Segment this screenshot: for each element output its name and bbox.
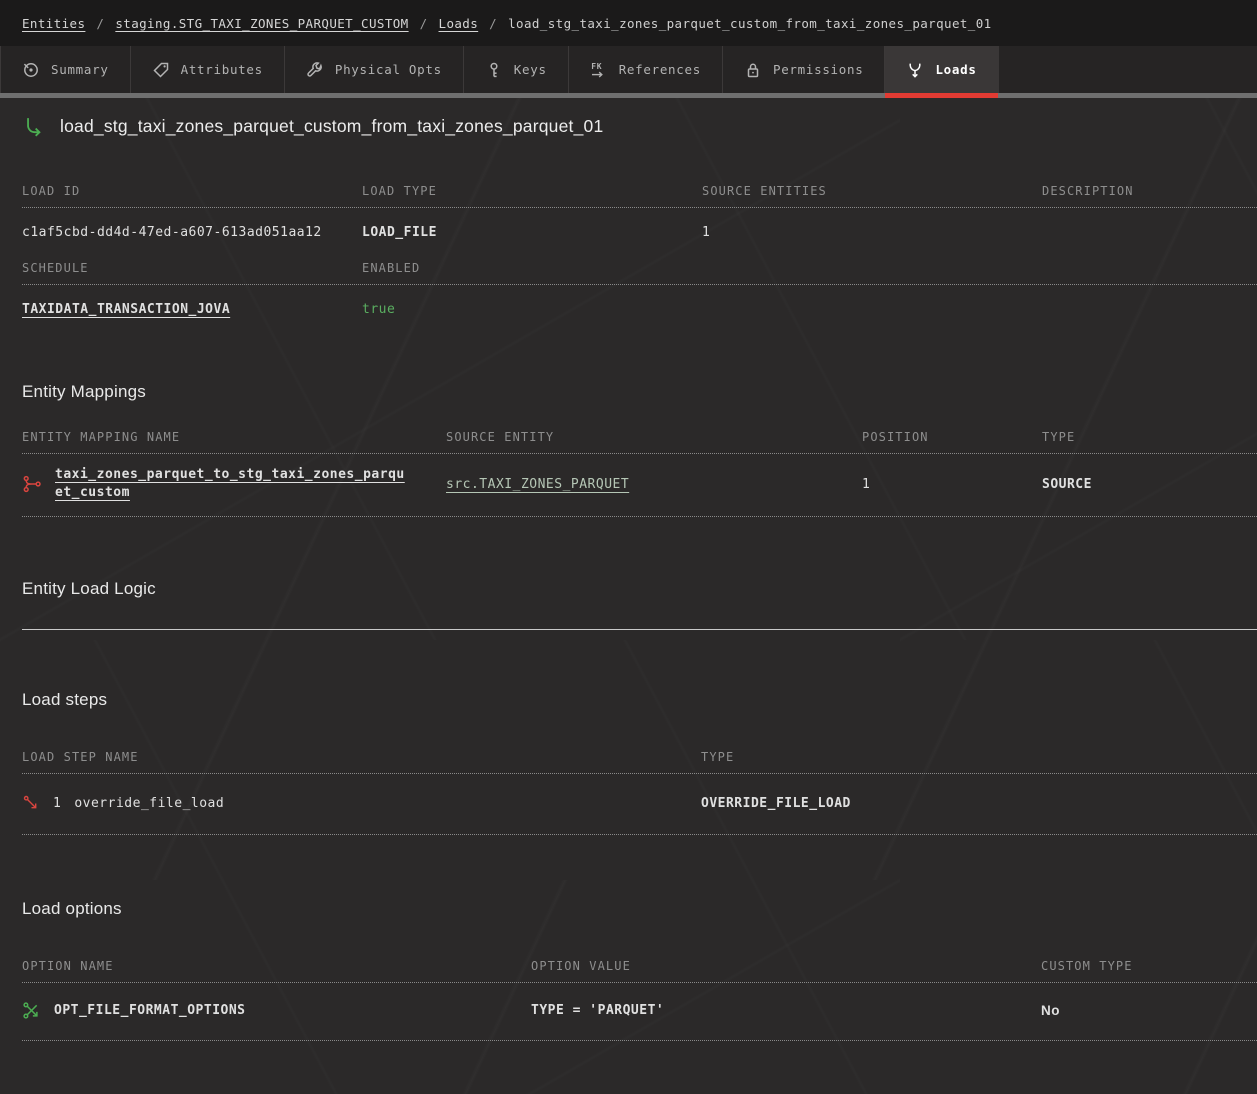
breadcrumb-link-entity[interactable]: staging.STG_TAXI_ZONES_PARQUET_CUSTOM: [115, 16, 408, 31]
breadcrumb: Entities / staging.STG_TAXI_ZONES_PARQUE…: [0, 0, 1257, 46]
load-details-value-row-1: c1af5cbd-dd4d-47ed-a607-613ad051aa12 LOA…: [22, 208, 1257, 261]
column-header-load-step-name: LOAD STEP NAME: [22, 750, 701, 764]
column-header-source-entity: SOURCE ENTITY: [446, 430, 862, 444]
target-icon: [22, 61, 40, 79]
load-step-name: override_file_load: [74, 796, 224, 811]
column-header-schedule: SCHEDULE: [22, 261, 362, 275]
option-custom-type: No: [1041, 1003, 1257, 1018]
enabled-value: true: [362, 302, 702, 317]
tab-label: References: [619, 62, 701, 77]
load-details-value-row-2: TAXIDATA_TRANSACTION_JOVA true: [22, 285, 1257, 338]
lock-icon: [744, 61, 762, 79]
breadcrumb-separator: /: [96, 16, 104, 31]
merge-down-icon: [906, 61, 924, 79]
load-details-header-row-2: SCHEDULE ENABLED: [22, 261, 1257, 285]
column-header-option-name: OPTION NAME: [22, 959, 531, 973]
load-arrow-icon: [22, 115, 45, 138]
tab-permissions[interactable]: Permissions: [723, 46, 885, 93]
tag-icon: [152, 61, 170, 79]
tab-loads[interactable]: Loads: [885, 46, 998, 93]
page-header: load_stg_taxi_zones_parquet_custom_from_…: [0, 98, 1257, 138]
page-title: load_stg_taxi_zones_parquet_custom_from_…: [60, 116, 603, 137]
breadcrumb-separator: /: [420, 16, 428, 31]
mapping-position-value: 1: [862, 477, 1042, 492]
tab-label: Keys: [514, 62, 547, 77]
column-header-type: TYPE: [1042, 430, 1257, 444]
tab-keys[interactable]: Keys: [464, 46, 569, 93]
source-entities-value: 1: [702, 225, 1042, 240]
column-header-position: POSITION: [862, 430, 1042, 444]
branch-merge-icon: [22, 474, 42, 494]
breadcrumb-separator: /: [489, 16, 497, 31]
tab-bar: Summary Attributes Physical Opts Keys FK…: [0, 46, 1257, 98]
entity-mappings-title: Entity Mappings: [22, 382, 1257, 402]
load-details-header-row-1: LOAD ID LOAD TYPE SOURCE ENTITIES DESCRI…: [22, 184, 1257, 208]
load-type-value: LOAD_FILE: [362, 225, 702, 240]
schedule-link[interactable]: TAXIDATA_TRANSACTION_JOVA: [22, 302, 230, 317]
column-header-enabled: ENABLED: [362, 261, 702, 275]
description-value: [1042, 225, 1257, 240]
option-name-value: OPT_FILE_FORMAT_OPTIONS: [54, 1003, 246, 1018]
entity-load-logic-title: Entity Load Logic: [22, 579, 1257, 599]
load-steps-title: Load steps: [22, 690, 1257, 710]
column-header-load-type: LOAD TYPE: [362, 184, 702, 198]
option-value: TYPE = 'PARQUET': [531, 1003, 1041, 1018]
load-step-row: 1 override_file_load OVERRIDE_FILE_LOAD: [22, 774, 1257, 835]
key-icon: [485, 61, 503, 79]
tab-attributes[interactable]: Attributes: [131, 46, 285, 93]
mapping-type-value: SOURCE: [1042, 477, 1257, 492]
column-header-entity-mapping-name: ENTITY MAPPING NAME: [22, 430, 446, 444]
arrow-down-right-icon: [22, 794, 40, 812]
wrench-icon: [306, 61, 324, 79]
svg-text:FK: FK: [591, 62, 602, 71]
source-entity-link[interactable]: src.TAXI_ZONES_PARQUET: [446, 477, 629, 492]
tab-label: Summary: [51, 62, 109, 77]
breadcrumb-link-entities[interactable]: Entities: [22, 16, 85, 31]
tab-label: Attributes: [181, 62, 263, 77]
tab-label: Loads: [935, 62, 976, 77]
load-id-value: c1af5cbd-dd4d-47ed-a607-613ad051aa12: [22, 225, 362, 240]
tab-label: Permissions: [773, 62, 863, 77]
scissors-icon: [22, 1001, 41, 1020]
breadcrumb-current: load_stg_taxi_zones_parquet_custom_from_…: [508, 16, 991, 31]
tab-summary[interactable]: Summary: [0, 46, 131, 93]
entity-mappings-header-row: ENTITY MAPPING NAME SOURCE ENTITY POSITI…: [22, 430, 1257, 454]
column-header-custom-type: CUSTOM TYPE: [1041, 959, 1257, 973]
column-header-option-value: OPTION VALUE: [531, 959, 1041, 973]
load-options-title: Load options: [22, 899, 1257, 919]
load-options-header-row: OPTION NAME OPTION VALUE CUSTOM TYPE: [22, 959, 1257, 983]
load-step-type: OVERRIDE_FILE_LOAD: [701, 796, 1257, 811]
column-header-description: DESCRIPTION: [1042, 184, 1257, 198]
column-header-step-type: TYPE: [701, 750, 1257, 764]
tab-references[interactable]: FK References: [569, 46, 723, 93]
tab-physical-opts[interactable]: Physical Opts: [285, 46, 464, 93]
entity-mapping-row: taxi_zones_parquet_to_stg_taxi_zones_par…: [22, 454, 1257, 517]
load-steps-header-row: LOAD STEP NAME TYPE: [22, 750, 1257, 774]
entity-mapping-name-link[interactable]: taxi_zones_parquet_to_stg_taxi_zones_par…: [55, 466, 411, 502]
breadcrumb-link-loads[interactable]: Loads: [439, 16, 479, 31]
column-header-source-entities: SOURCE ENTITIES: [702, 184, 1042, 198]
tab-label: Physical Opts: [335, 62, 442, 77]
entity-load-logic-divider: [22, 629, 1257, 630]
foreign-key-icon: FK: [590, 61, 608, 79]
load-option-row: OPT_FILE_FORMAT_OPTIONS TYPE = 'PARQUET'…: [22, 983, 1257, 1041]
column-header-load-id: LOAD ID: [22, 184, 362, 198]
load-step-position: 1: [53, 796, 61, 811]
